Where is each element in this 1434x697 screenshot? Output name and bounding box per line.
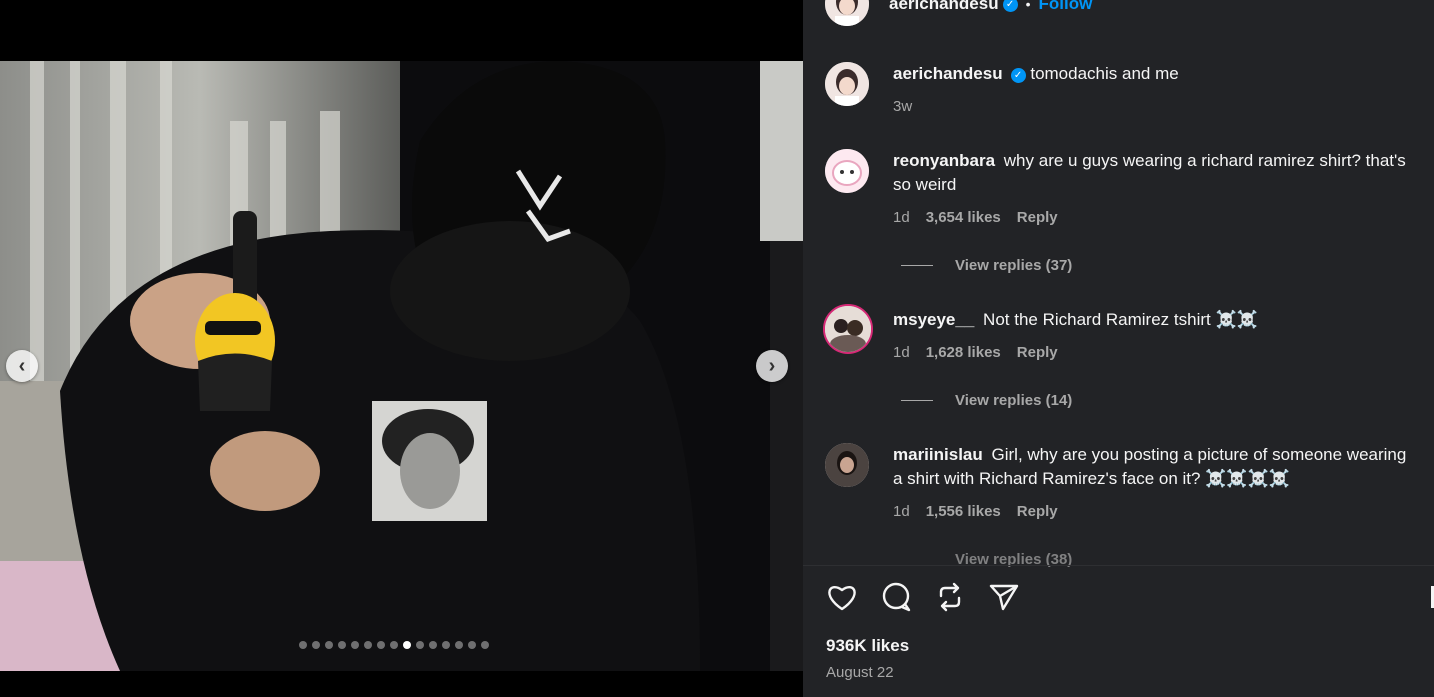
post-actions (825, 580, 1021, 614)
comment-meta: 1d 3,654 likes Reply (893, 209, 1058, 226)
comment-text: Not the Richard Ramirez tshirt ☠️☠️ (983, 310, 1258, 329)
reply-button[interactable]: Reply (1017, 209, 1058, 226)
comment-item: msyeye__ Not the Richard Ramirez tshirt … (823, 304, 1415, 418)
comment-username[interactable]: msyeye__ (893, 310, 974, 329)
comment-button[interactable] (879, 580, 913, 614)
comment-item: reonyanbara why are u guys wearing a ric… (825, 149, 1415, 279)
carousel-dot (364, 641, 372, 649)
post-photo[interactable] (0, 61, 803, 671)
caption-username[interactable]: aerichandesu (893, 64, 1003, 83)
carousel-dot (403, 641, 411, 649)
carousel-dot (377, 641, 385, 649)
verified-badge-icon: ✓ (1010, 68, 1026, 83)
post-header: aerichandesu ✓ • Follow (825, 0, 1093, 26)
replies-divider-line (901, 265, 933, 266)
carousel-dot (312, 641, 320, 649)
verified-badge-icon: ✓ (1002, 0, 1018, 12)
comment-meta: 1d 1,556 likes Reply (893, 503, 1058, 520)
comment-body: reonyanbara why are u guys wearing a ric… (893, 149, 1413, 197)
comment-bubble-icon (882, 582, 911, 612)
view-replies-button[interactable]: View replies (14) (901, 392, 1072, 409)
caption-time[interactable]: 3w (893, 98, 912, 115)
comment-likes[interactable]: 1,628 likes (926, 344, 1001, 361)
repost-icon (939, 582, 961, 612)
comment-username[interactable]: mariinislau (893, 445, 983, 464)
comment-likes[interactable]: 3,654 likes (926, 209, 1001, 226)
carousel-dot (455, 641, 463, 649)
carousel-dot (351, 641, 359, 649)
view-replies-button[interactable]: View replies (37) (901, 257, 1072, 274)
comment-time[interactable]: 1d (893, 344, 910, 361)
view-replies-label: View replies (14) (955, 392, 1073, 409)
post-media: ‹ › (0, 0, 803, 697)
author-username[interactable]: aerichandesu (889, 0, 999, 14)
chevron-left-icon: ‹ (18, 354, 26, 377)
send-icon (989, 584, 1019, 611)
caption-avatar[interactable] (825, 62, 869, 106)
comment-body: mariinislau Girl, why are you posting a … (893, 443, 1413, 491)
comment-time[interactable]: 1d (893, 503, 910, 520)
comment-username[interactable]: reonyanbara (893, 151, 995, 170)
previous-slide-button[interactable]: ‹ (6, 350, 38, 382)
comments-panel: aerichandesu ✓ • Follow aerichandesu ✓ to… (803, 0, 1434, 697)
carousel-dot (442, 641, 450, 649)
author-avatar[interactable] (825, 0, 869, 26)
caption-body: aerichandesu ✓ tomodachis and me (893, 62, 1413, 86)
comment-item: mariinislau Girl, why are you posting a … (825, 443, 1415, 568)
replies-divider-line (901, 400, 933, 401)
comment-meta: 1d 1,628 likes Reply (893, 344, 1058, 361)
commenter-avatar[interactable] (825, 149, 869, 193)
caption-meta: 3w (893, 98, 912, 115)
carousel-dot (299, 641, 307, 649)
carousel-dot (416, 641, 424, 649)
caption-text: tomodachis and me (1030, 64, 1179, 83)
like-button[interactable] (825, 580, 859, 614)
post-date[interactable]: August 22 (826, 664, 894, 681)
carousel-indicator (299, 641, 489, 651)
comment-body: msyeye__ Not the Richard Ramirez tshirt … (893, 308, 1413, 332)
carousel-dot (338, 641, 346, 649)
comment-likes[interactable]: 1,556 likes (926, 503, 1001, 520)
chevron-right-icon: › (768, 354, 776, 377)
carousel-dot (325, 641, 333, 649)
likes-count[interactable]: 936K likes (826, 636, 909, 656)
follow-button[interactable]: Follow (1039, 0, 1093, 14)
comment-time[interactable]: 1d (893, 209, 910, 226)
view-replies-label: View replies (37) (955, 257, 1073, 274)
actions-divider (803, 565, 1434, 566)
carousel-dot (429, 641, 437, 649)
repost-button[interactable] (933, 580, 967, 614)
heart-icon (828, 586, 856, 611)
reply-button[interactable]: Reply (1017, 344, 1058, 361)
next-slide-button[interactable]: › (756, 350, 788, 382)
separator-dot: • (1025, 0, 1031, 12)
carousel-dot (481, 641, 489, 649)
carousel-dot (468, 641, 476, 649)
commenter-avatar[interactable] (825, 443, 869, 487)
post-caption: aerichandesu ✓ tomodachis and me 3w (825, 62, 1415, 122)
carousel-dot (390, 641, 398, 649)
reply-button[interactable]: Reply (1017, 503, 1058, 520)
commenter-avatar[interactable] (823, 304, 873, 354)
share-button[interactable] (987, 580, 1021, 614)
